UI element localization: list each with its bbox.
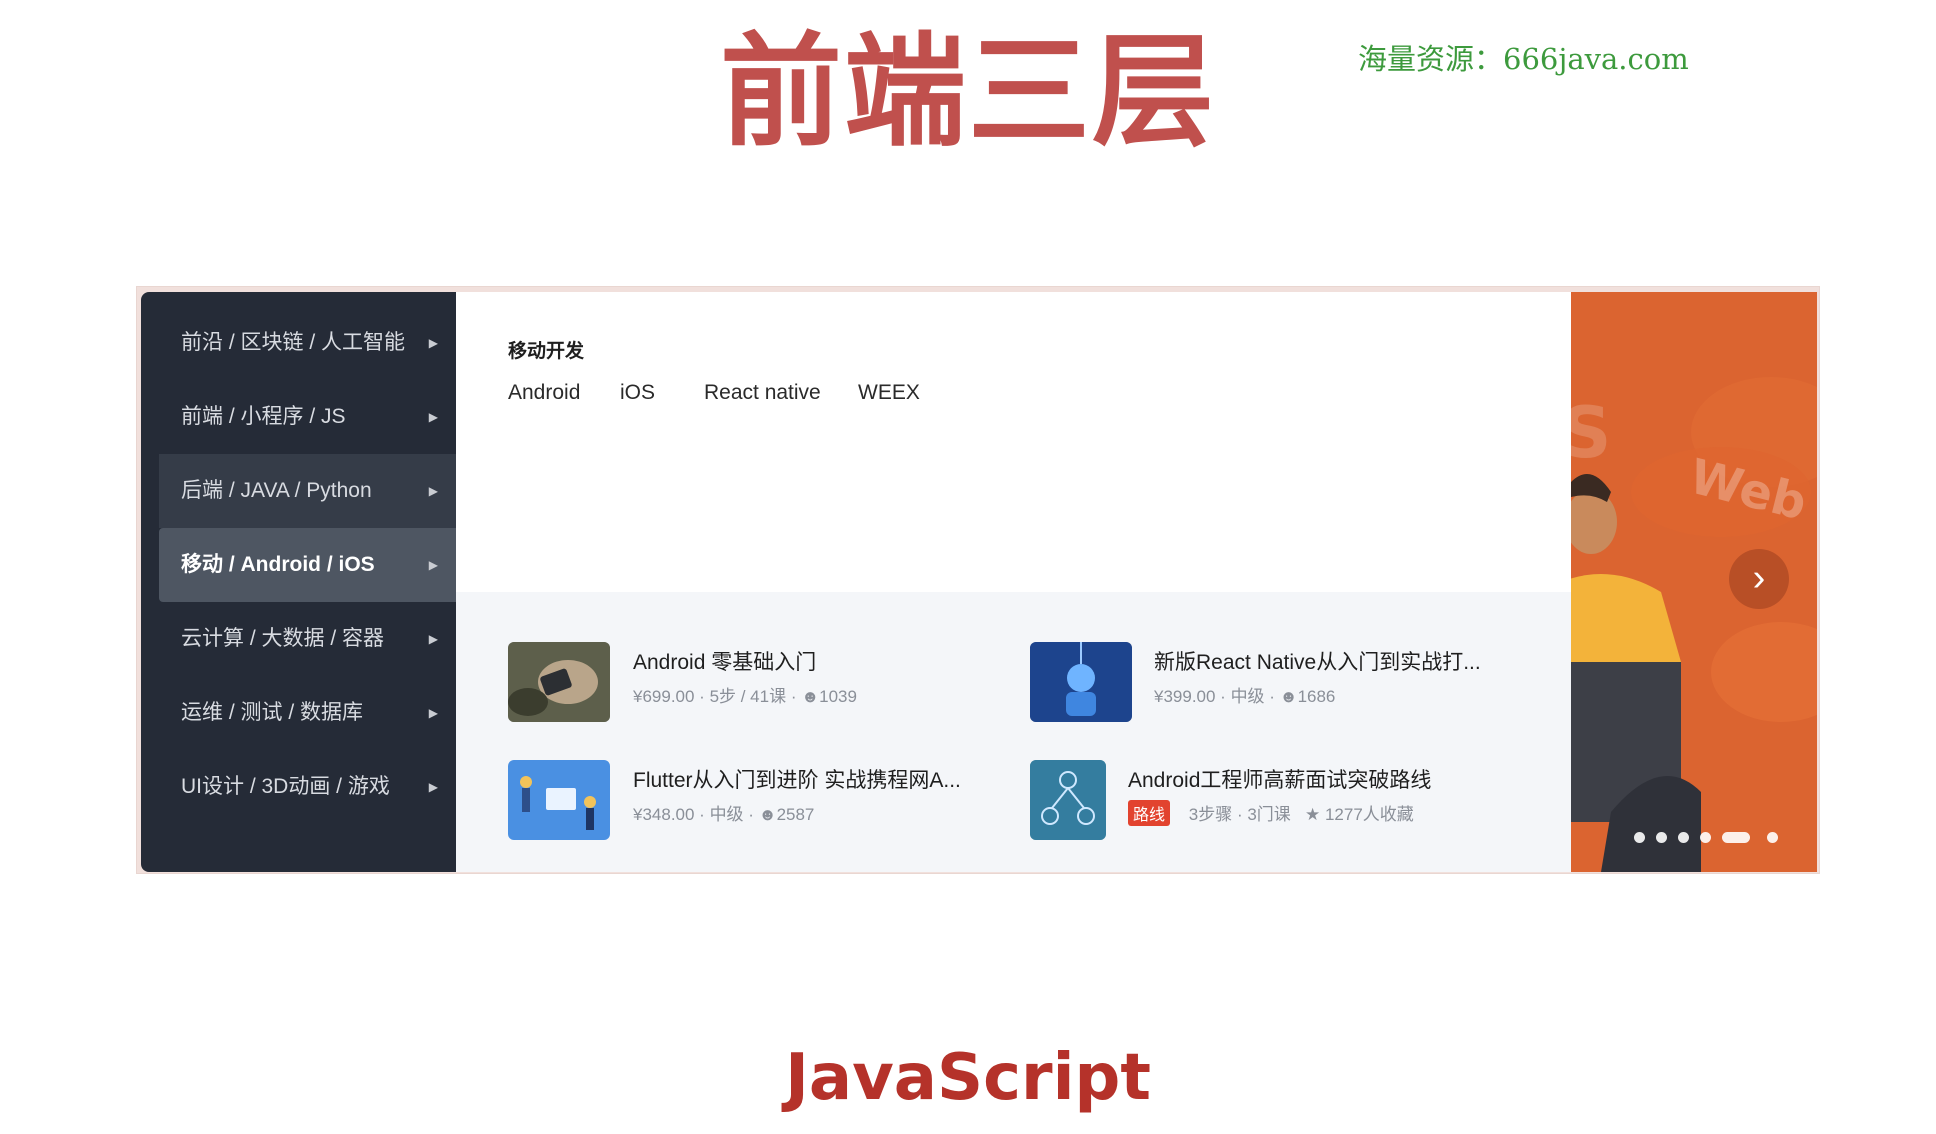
carousel-dot[interactable] <box>1767 832 1778 843</box>
promo-banner[interactable]: S Web › <box>1571 292 1817 872</box>
carousel-dot[interactable] <box>1634 832 1645 843</box>
screenshot-frame: 前沿 / 区块链 / 人工智能 ▶ 前端 / 小程序 / JS ▶ 后端 / J… <box>137 287 1819 873</box>
course-meta: ¥699.00 · 5步 / 41课 · ☻1039 <box>633 687 857 706</box>
chevron-right-icon: ▶ <box>428 780 438 794</box>
carousel-dot-active[interactable] <box>1722 832 1750 843</box>
sidebar-item-label: 前沿 / 区块链 / 人工智能 <box>181 331 406 354</box>
sidebar-item-label: 前端 / 小程序 / JS <box>181 405 346 428</box>
sidebar-item-frontend[interactable]: 前端 / 小程序 / JS ▶ <box>159 380 456 454</box>
course-thumbnail <box>508 760 610 840</box>
route-steps: 3步骤 <box>1188 805 1233 824</box>
course-meta: 路线 3步骤 · 3门课 ★ 1277人收藏 <box>1128 800 1414 826</box>
course-price: ¥399.00 <box>1154 687 1216 706</box>
user-icon: ☻ <box>801 687 820 706</box>
route-favorites: 1277人收藏 <box>1324 805 1414 824</box>
banner-text-s: S <box>1571 392 1612 474</box>
chevron-right-icon: ▶ <box>428 410 438 424</box>
course-card[interactable]: Flutter从入门到进阶 实战携程网A... ¥348.00 · 中级 · ☻… <box>508 760 1008 844</box>
course-title: Android 零基础入门 <box>633 651 817 674</box>
sidebar-item-label: 云计算 / 大数据 / 容器 <box>181 627 385 650</box>
carousel-dot[interactable] <box>1700 832 1711 843</box>
course-title: Flutter从入门到进阶 实战携程网A... <box>633 769 961 792</box>
tag-weex[interactable]: WEEX <box>858 381 920 405</box>
submenu-panel: 移动开发 Android iOS React native WEEX <box>456 292 1571 592</box>
course-meta: ¥348.00 · 中级 · ☻2587 <box>633 805 815 824</box>
route-courses: 3门课 <box>1247 805 1291 824</box>
course-thumbnail <box>1030 760 1106 840</box>
sidebar-item-ui[interactable]: UI设计 / 3D动画 / 游戏 ▶ <box>159 750 456 824</box>
course-thumbnail <box>1030 642 1132 722</box>
sidebar-item-backend[interactable]: 后端 / JAVA / Python ▶ <box>159 454 456 528</box>
course-title: 新版React Native从入门到实战打... <box>1154 651 1481 674</box>
chevron-right-icon: ▶ <box>428 632 438 646</box>
chevron-right-icon[interactable]: › <box>1729 549 1789 609</box>
sidebar-item-mobile[interactable]: 移动 / Android / iOS ▶ <box>159 528 456 602</box>
route-badge: 路线 <box>1128 800 1171 826</box>
course-meta: ¥399.00 · 中级 · ☻1686 <box>1154 687 1336 706</box>
carousel-dot[interactable] <box>1678 832 1689 843</box>
chevron-right-icon: ▶ <box>428 484 438 498</box>
course-title: Android工程师高薪面试突破路线 <box>1128 769 1432 792</box>
sidebar-item-label: 后端 / JAVA / Python <box>181 479 372 502</box>
course-card[interactable]: Android 零基础入门 ¥699.00 · 5步 / 41课 · ☻1039 <box>508 642 978 726</box>
user-icon: ☻ <box>1279 687 1298 706</box>
chevron-right-icon: ▶ <box>428 706 438 720</box>
star-icon: ★ <box>1304 805 1321 824</box>
tag-ios[interactable]: iOS <box>620 381 655 405</box>
footer-title: JavaScript <box>785 1041 1151 1115</box>
sidebar-item-frontier[interactable]: 前沿 / 区块链 / 人工智能 ▶ <box>159 306 456 380</box>
course-learners: 2587 <box>776 805 815 824</box>
course-price: ¥348.00 <box>633 805 695 824</box>
tag-react-native[interactable]: React native <box>704 381 821 405</box>
course-level: 中级 <box>1230 687 1265 706</box>
course-card[interactable]: 新版React Native从入门到实战打... ¥399.00 · 中级 · … <box>1030 642 1530 726</box>
sidebar-item-label: UI设计 / 3D动画 / 游戏 <box>181 775 390 798</box>
course-thumbnail <box>508 642 610 722</box>
course-card-route[interactable]: Android工程师高薪面试突破路线 路线 3步骤 · 3门课 ★ 1277人收… <box>1030 760 1530 844</box>
course-learners: 1686 <box>1297 687 1336 706</box>
course-lessons: 5步 / 41课 <box>709 687 787 706</box>
course-learners: 1039 <box>819 687 857 706</box>
tag-android[interactable]: Android <box>508 381 580 405</box>
chevron-right-icon: ▶ <box>428 558 438 572</box>
chevron-right-icon: ▶ <box>428 336 438 350</box>
sidebar-item-label: 运维 / 测试 / 数据库 <box>181 701 364 724</box>
sidebar-item-cloud[interactable]: 云计算 / 大数据 / 容器 ▶ <box>159 602 456 676</box>
watermark-text: 海量资源：666java.com <box>1358 42 1689 76</box>
sidebar-item-ops[interactable]: 运维 / 测试 / 数据库 ▶ <box>159 676 456 750</box>
course-list: Android 零基础入门 ¥699.00 · 5步 / 41课 · ☻1039… <box>456 592 1571 872</box>
category-sidebar: 前沿 / 区块链 / 人工智能 ▶ 前端 / 小程序 / JS ▶ 后端 / J… <box>141 292 456 872</box>
course-level: 中级 <box>709 805 744 824</box>
user-icon: ☻ <box>758 805 777 824</box>
course-price: ¥699.00 <box>633 687 695 706</box>
carousel-dot[interactable] <box>1656 832 1667 843</box>
category-title: 移动开发 <box>508 341 585 362</box>
sidebar-item-label: 移动 / Android / iOS <box>181 553 375 576</box>
